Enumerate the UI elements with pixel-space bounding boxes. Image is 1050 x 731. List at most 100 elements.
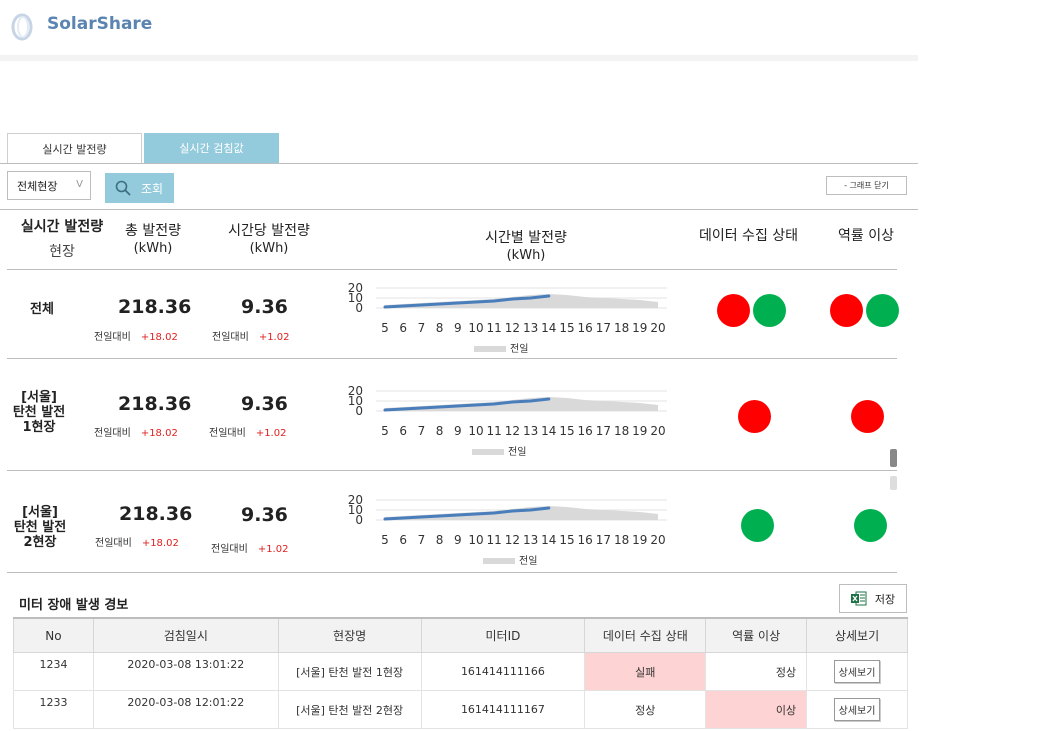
cell-site: [서울] 탄천 발전 1현장 [277,652,422,691]
scrollbar-track[interactable] [890,476,897,490]
table-row: 1234 2020-03-08 13:01:22 [서울] 탄천 발전 1현장 … [13,652,908,691]
x-tick-label: 16 [578,321,593,335]
tab-realtime-meter[interactable]: 실시간 검침값 [144,133,279,163]
x-tick-label: 20 [650,533,665,547]
cell-meter-id: 161414111166 [420,652,586,691]
x-tick-label: 14 [541,424,556,438]
col-header-chart: 시간별 발전량 (kWh) [466,230,586,264]
tab-realtime-generation[interactable]: 실시간 발전량 [7,133,142,163]
legend-label: 전일 [519,555,537,567]
total-compare: 전일대비 +18.02 [94,424,178,439]
x-tick-label: 18 [614,533,629,547]
search-button-label: 조회 [141,181,164,196]
y-tick-label: 20 [348,281,363,295]
tab-divider [0,163,918,164]
cell-collect-status: 정상 [584,690,707,729]
compare-delta: +18.02 [140,428,178,439]
x-tick-label: 19 [632,424,647,438]
x-tick-label: 12 [505,424,520,438]
total-generation-value: 218.36 [119,503,193,525]
row-site-name-line3: 2현장 [23,535,57,550]
y-tick-label: 20 [348,493,363,507]
power-factor-indicator [866,294,899,327]
alert-table: No 검침일시 현장명 미터ID 데이터 수집 상태 역률 이상 상세보기 12… [13,617,908,729]
x-tick-label: 18 [614,424,629,438]
excel-icon [850,591,867,606]
total-compare: 전일대비 +18.02 [95,534,179,549]
site-select[interactable]: 전체현장 V [7,171,91,200]
col-header-collect: 데이터 수집 상태 [696,228,801,245]
compare-delta: +1.02 [258,332,290,343]
x-tick-label: 11 [487,424,502,438]
x-tick-label: 20 [650,321,665,335]
scrollbar-thumb[interactable] [890,449,897,467]
header-collect-status: 데이터 수집 상태 [584,617,707,653]
hourly-compare: 전일대비 +1.02 [209,424,286,439]
x-tick-label: 20 [650,424,665,438]
close-graph-button[interactable]: - 그래프 닫기 [826,176,907,195]
x-tick-label: 15 [559,533,574,547]
x-tick-label: 8 [436,424,444,438]
collect-status-indicator [753,294,786,327]
brand-name: SolarShare [47,14,153,34]
row-site-name: 전체 [7,302,77,317]
col-header-site-sub: 현장 [49,244,75,260]
row-site-name-line1: [서울] [21,390,57,405]
col-header-site: 실시간 발전량 현장 [12,219,112,261]
detail-button[interactable]: 상세보기 [833,660,881,683]
power-factor-indicator [851,400,884,433]
cell-meter-id: 161414111167 [420,690,586,729]
collect-status-indicator [738,400,771,433]
header-site: 현장명 [277,617,422,653]
header-divider [0,55,918,61]
save-excel-button[interactable]: 저장 [839,584,907,613]
x-tick-label: 16 [578,533,593,547]
table-header-row: No 검침일시 현장명 미터ID 데이터 수집 상태 역률 이상 상세보기 [13,617,908,653]
compare-delta: +1.02 [255,428,287,439]
col-header-chart-unit: (kWh) [506,248,546,263]
row-site-name-line1: [서울] [22,505,58,520]
cell-site: [서울] 탄천 발전 2현장 [277,690,422,729]
compare-label: 전일대비 [94,428,131,439]
compare-label: 전일대비 [211,544,248,555]
power-factor-indicator [854,509,887,542]
x-tick-label: 10 [468,533,483,547]
col-header-site-title: 실시간 발전량 [20,219,104,235]
chevron-down-icon: V [76,179,83,190]
col-header-chart-title: 시간별 발전량 [485,230,567,246]
site-select-value: 전체현장 [17,179,58,193]
hourly-generation-value: 9.36 [241,393,288,415]
x-tick-label: 11 [487,533,502,547]
collect-status-indicator [717,294,750,327]
x-tick-label: 6 [399,533,407,547]
cell-power-factor: 정상 [705,652,808,691]
row-site-name-line1: 전체 [30,302,54,317]
col-header-total-unit: (kWh) [133,241,173,256]
search-button[interactable]: 조회 [105,173,174,203]
header-datetime: 검침일시 [92,617,279,653]
hourly-generation-value: 9.36 [241,504,288,526]
row-divider [7,572,897,573]
hourly-generation-chart: 010205 6 7 8 9 10 11 12 13 14 15 16 17 18 19 20전일 [348,281,667,355]
col-header-hourly-unit: (kWh) [249,241,289,256]
header-power-factor: 역률 이상 [705,617,808,653]
x-tick-label: 8 [436,321,444,335]
x-tick-label: 17 [596,321,611,335]
detail-button[interactable]: 상세보기 [833,698,881,721]
compare-delta: +18.02 [140,332,178,343]
hourly-generation-chart: 010205 6 7 8 9 10 11 12 13 14 15 16 17 18 19 20전일 [348,493,667,567]
x-tick-label: 14 [541,533,556,547]
x-tick-label: 6 [399,424,407,438]
col-header-total: 총 발전량 (kWh) [108,223,198,257]
x-tick-label: 7 [418,533,426,547]
legend-swatch [483,558,515,564]
total-generation-value: 218.36 [118,296,192,318]
search-icon [115,180,131,196]
logo-icon [11,13,33,41]
cell-detail: 상세보기 [806,690,908,729]
row-site-name-line2: 탄천 발전 [13,520,67,535]
compare-label: 전일대비 [212,332,249,343]
compare-delta: +1.02 [257,544,289,555]
hourly-generation-value: 9.36 [241,296,288,318]
col-header-hourly: 시간당 발전량 (kWh) [214,223,324,257]
